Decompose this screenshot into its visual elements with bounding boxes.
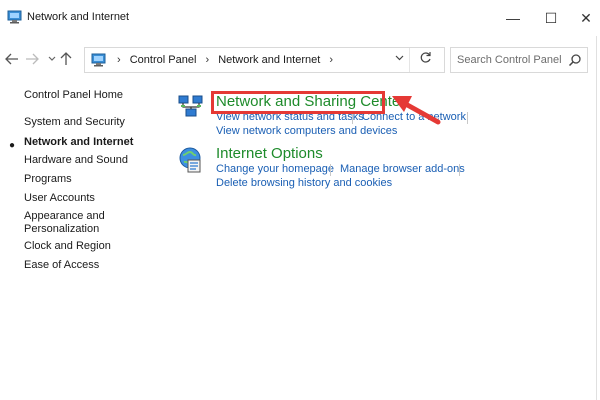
minimize-icon: — bbox=[506, 10, 520, 26]
control-panel-icon bbox=[7, 10, 22, 24]
maximize-button[interactable]: ☐ bbox=[531, 0, 571, 36]
sidebar-item-programs[interactable]: Programs bbox=[24, 173, 72, 185]
close-button[interactable]: ✕ bbox=[566, 0, 600, 36]
sidebar-item-label: Personalization bbox=[24, 223, 100, 235]
address-divider bbox=[409, 48, 410, 72]
navigation-bar: › Control Panel › Network and Internet ›… bbox=[0, 44, 600, 76]
sidebar-item-hardware-and-sound[interactable]: Hardware and Sound bbox=[24, 154, 128, 166]
search-input[interactable]: Search Control Panel bbox=[450, 47, 588, 73]
chevron-down-icon bbox=[48, 56, 56, 61]
active-bullet-icon: ● bbox=[9, 140, 16, 151]
forward-arrow-icon bbox=[26, 53, 39, 65]
search-icon bbox=[568, 54, 581, 67]
search-placeholder: Search Control Panel bbox=[457, 54, 562, 66]
sidebar-item-label: Appearance and bbox=[24, 210, 105, 222]
breadcrumb-control-panel[interactable]: Control Panel bbox=[130, 54, 197, 66]
sidebar-item-network-and-internet[interactable]: Network and Internet bbox=[24, 136, 133, 148]
change-homepage-link[interactable]: Change your homepage bbox=[216, 163, 334, 175]
link-separator bbox=[459, 164, 460, 176]
maximize-icon: ☐ bbox=[544, 9, 558, 26]
back-button[interactable] bbox=[3, 50, 21, 68]
link-separator bbox=[467, 112, 468, 124]
breadcrumb-separator[interactable]: › bbox=[329, 54, 333, 66]
internet-options-icon bbox=[179, 147, 201, 173]
sidebar-item-user-accounts[interactable]: User Accounts bbox=[24, 192, 95, 204]
pointer-arrow-icon bbox=[392, 96, 441, 125]
view-network-computers-link[interactable]: View network computers and devices bbox=[216, 125, 397, 137]
sidebar-item-system-and-security[interactable]: System and Security bbox=[24, 116, 125, 128]
up-button[interactable] bbox=[57, 50, 75, 68]
chevron-down-icon bbox=[395, 55, 404, 61]
breadcrumb-network-and-internet[interactable]: Network and Internet bbox=[218, 54, 320, 66]
link-separator bbox=[330, 164, 331, 176]
address-bar[interactable]: › Control Panel › Network and Internet › bbox=[84, 47, 445, 73]
sidebar-item-control-panel-home[interactable]: Control Panel Home bbox=[24, 89, 123, 101]
window-border bbox=[596, 36, 597, 400]
breadcrumb-separator[interactable]: › bbox=[205, 54, 209, 66]
close-icon: ✕ bbox=[580, 9, 592, 26]
window-title: Network and Internet bbox=[27, 11, 130, 23]
highlight-box bbox=[211, 91, 385, 114]
title-bar: Network and Internet — ☐ ✕ bbox=[0, 0, 600, 36]
address-dropdown-button[interactable] bbox=[395, 53, 404, 64]
refresh-button[interactable] bbox=[419, 51, 432, 67]
up-arrow-icon bbox=[60, 52, 72, 65]
breadcrumb: › Control Panel › Network and Internet › bbox=[111, 54, 339, 66]
internet-options-title[interactable]: Internet Options bbox=[216, 145, 323, 162]
breadcrumb-separator: › bbox=[117, 54, 121, 66]
forward-button[interactable] bbox=[23, 50, 41, 68]
refresh-icon bbox=[420, 52, 431, 63]
control-panel-icon bbox=[91, 53, 106, 67]
delete-browsing-history-link[interactable]: Delete browsing history and cookies bbox=[216, 177, 392, 189]
back-arrow-icon bbox=[5, 53, 18, 65]
sidebar-item-ease-of-access[interactable]: Ease of Access bbox=[24, 259, 99, 271]
minimize-button[interactable]: — bbox=[493, 0, 533, 36]
network-sharing-icon bbox=[178, 95, 203, 117]
manage-browser-add-ons-link[interactable]: Manage browser add-ons bbox=[340, 163, 465, 175]
sidebar-item-clock-and-region[interactable]: Clock and Region bbox=[24, 240, 111, 252]
